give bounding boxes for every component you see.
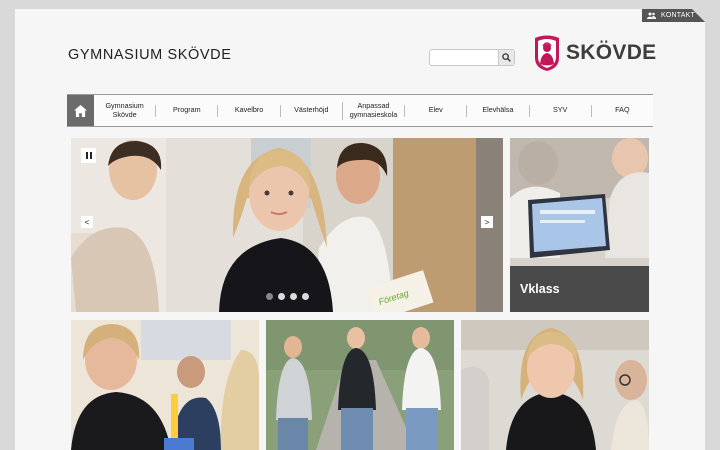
skovde-logo[interactable]: SKÖVDE	[532, 34, 657, 72]
pause-button[interactable]	[81, 148, 96, 163]
nav-item-gymnasium-skovde[interactable]: Gymnasium Skövde	[94, 101, 155, 120]
nav-item-syv[interactable]: SYV	[528, 104, 591, 117]
logo-text: SKÖVDE	[566, 41, 657, 64]
tile-photo-3	[461, 320, 649, 450]
search-button[interactable]	[498, 50, 514, 65]
people-icon	[647, 12, 656, 19]
tile-photo-1	[71, 320, 259, 450]
hero-carousel[interactable]: Företag < >	[71, 138, 503, 312]
slide-dot-3[interactable]	[290, 293, 297, 300]
page: KONTAKT GYMNASIUM SKÖVDE SKÖVDE Gymnasiu…	[15, 9, 705, 450]
search-input[interactable]	[430, 50, 498, 65]
image-tile-2[interactable]	[266, 320, 454, 450]
hero-photo: Företag	[71, 138, 503, 312]
prev-slide-button[interactable]: <	[81, 216, 93, 228]
contact-button[interactable]: KONTAKT	[642, 9, 705, 22]
next-slide-button[interactable]: >	[481, 216, 493, 228]
nav-item-vasterhojd[interactable]: Västerhöjd	[279, 104, 342, 117]
search-box	[429, 49, 515, 66]
nav-item-kavelbro[interactable]: Kavelbro	[217, 104, 279, 117]
slide-dot-2[interactable]	[278, 293, 285, 300]
nav-items: Gymnasium Skövde Program Kavelbro Väster…	[94, 95, 653, 126]
search-icon	[502, 53, 511, 62]
nav-item-program[interactable]: Program	[155, 104, 217, 117]
image-tile-1[interactable]	[71, 320, 259, 450]
site-title[interactable]: GYMNASIUM SKÖVDE	[68, 47, 232, 63]
contact-label: KONTAKT	[661, 12, 695, 19]
corner-fold	[692, 9, 705, 22]
home-button[interactable]	[67, 95, 94, 126]
slide-dots	[266, 293, 309, 300]
image-tile-3[interactable]	[461, 320, 649, 450]
nav-item-anpassad-gymnasieskola[interactable]: Anpassad gymnasieskola	[341, 101, 404, 120]
tile-photo-2	[266, 320, 454, 450]
vklass-card[interactable]: Vklass	[510, 138, 649, 312]
nav-item-elevhalsa[interactable]: Elevhälsa	[466, 104, 528, 117]
slide-dot-1[interactable]	[266, 293, 273, 300]
slide-dot-4[interactable]	[302, 293, 309, 300]
nav-item-faq[interactable]: FAQ	[590, 104, 653, 117]
logo-emblem-icon	[535, 35, 559, 71]
home-icon	[74, 104, 87, 117]
vklass-label: Vklass	[510, 266, 649, 312]
main-nav: Gymnasium Skövde Program Kavelbro Väster…	[67, 94, 653, 127]
nav-item-elev[interactable]: Elev	[404, 104, 466, 117]
